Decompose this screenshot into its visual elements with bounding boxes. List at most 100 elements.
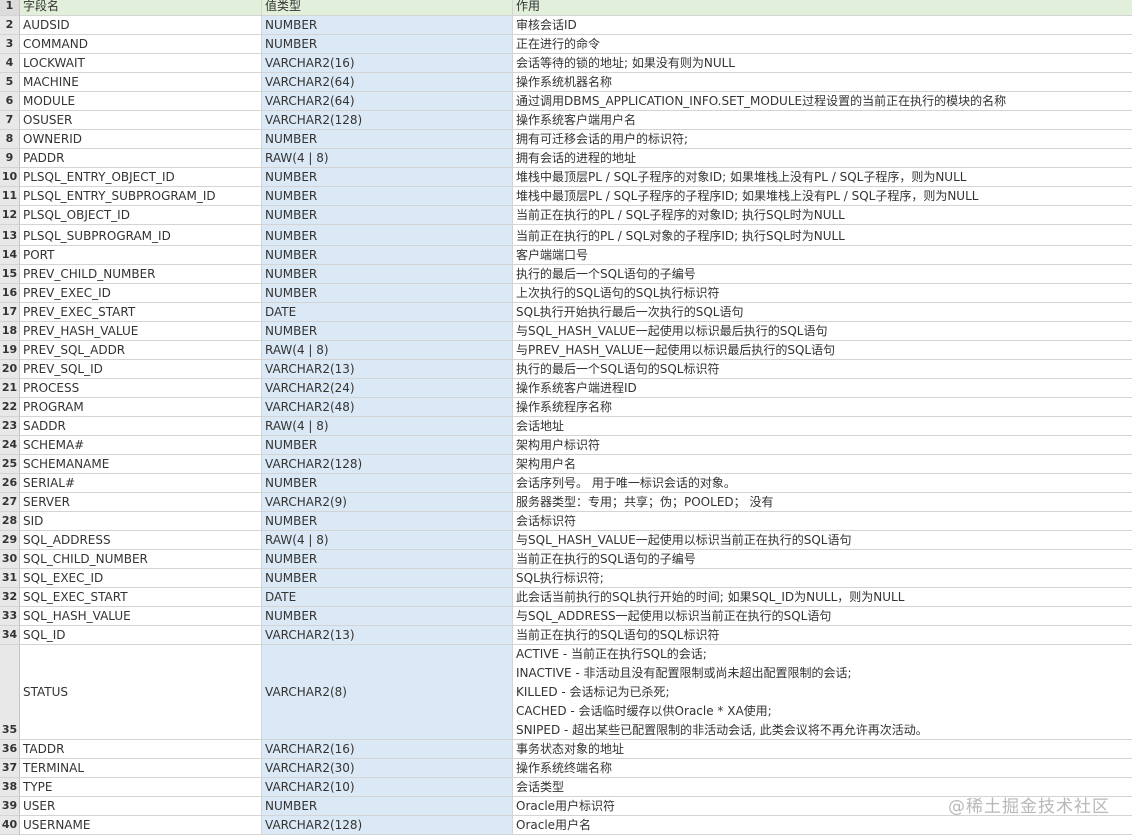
value-type-cell[interactable]: NUMBER — [262, 607, 513, 626]
field-name-cell[interactable]: SQL_EXEC_START — [20, 588, 262, 607]
row-number[interactable]: 32 — [0, 588, 20, 607]
description-cell[interactable]: 上次执行的SQL语句的SQL执行标识符 — [513, 284, 1132, 303]
field-name-cell[interactable]: SCHEMA# — [20, 436, 262, 455]
header-description[interactable]: 作用 — [513, 0, 1132, 16]
field-name-cell[interactable]: PLSQL_ENTRY_SUBPROGRAM_ID — [20, 187, 262, 206]
row-number[interactable]: 24 — [0, 436, 20, 455]
field-name-cell[interactable]: TYPE — [20, 778, 262, 797]
value-type-cell[interactable]: VARCHAR2(64) — [262, 73, 513, 92]
field-name-cell[interactable]: USER — [20, 797, 262, 816]
row-number[interactable]: 25 — [0, 455, 20, 474]
field-name-cell[interactable]: MACHINE — [20, 73, 262, 92]
field-name-cell[interactable]: PREV_EXEC_START — [20, 303, 262, 322]
value-type-cell[interactable]: NUMBER — [262, 265, 513, 284]
row-number[interactable]: 15 — [0, 265, 20, 284]
row-number[interactable]: 30 — [0, 550, 20, 569]
field-name-cell[interactable]: PROCESS — [20, 379, 262, 398]
value-type-cell[interactable]: VARCHAR2(13) — [262, 360, 513, 379]
field-name-cell[interactable]: COMMAND — [20, 35, 262, 54]
value-type-cell[interactable]: NUMBER — [262, 246, 513, 265]
field-name-cell[interactable]: PREV_SQL_ADDR — [20, 341, 262, 360]
row-number[interactable]: 10 — [0, 168, 20, 187]
value-type-cell[interactable]: RAW(4 | 8) — [262, 149, 513, 168]
field-name-cell[interactable]: PROGRAM — [20, 398, 262, 417]
field-name-cell[interactable]: OWNERID — [20, 130, 262, 149]
field-name-cell[interactable]: PLSQL_ENTRY_OBJECT_ID — [20, 168, 262, 187]
row-number[interactable]: 13 — [0, 225, 20, 246]
description-cell[interactable]: 服务器类型：专用；共享；伪；POOLED； 没有 — [513, 493, 1132, 512]
description-cell[interactable]: 与PREV_HASH_VALUE一起使用以标识最后执行的SQL语句 — [513, 341, 1132, 360]
row-number[interactable]: 35 — [0, 645, 20, 740]
value-type-cell[interactable]: NUMBER — [262, 206, 513, 225]
row-number[interactable]: 38 — [0, 778, 20, 797]
description-cell[interactable]: 操作系统终端名称 — [513, 759, 1132, 778]
field-name-cell[interactable]: AUDSID — [20, 16, 262, 35]
description-cell[interactable]: 与SQL_HASH_VALUE一起使用以标识最后执行的SQL语句 — [513, 322, 1132, 341]
row-number[interactable]: 27 — [0, 493, 20, 512]
field-name-cell[interactable]: PREV_EXEC_ID — [20, 284, 262, 303]
field-name-cell[interactable]: SID — [20, 512, 262, 531]
row-number[interactable]: 36 — [0, 740, 20, 759]
description-cell[interactable]: 与SQL_HASH_VALUE一起使用以标识当前正在执行的SQL语句 — [513, 531, 1132, 550]
value-type-cell[interactable]: NUMBER — [262, 436, 513, 455]
value-type-cell[interactable]: NUMBER — [262, 284, 513, 303]
value-type-cell[interactable]: NUMBER — [262, 16, 513, 35]
description-cell[interactable]: 拥有会话的进程的地址 — [513, 149, 1132, 168]
description-cell[interactable]: 会话序列号。 用于唯一标识会话的对象。 — [513, 474, 1132, 493]
description-cell[interactable]: 审核会话ID — [513, 16, 1132, 35]
row-number[interactable]: 12 — [0, 206, 20, 225]
value-type-cell[interactable]: RAW(4 | 8) — [262, 417, 513, 436]
value-type-cell[interactable]: VARCHAR2(10) — [262, 778, 513, 797]
description-cell[interactable]: 拥有可迁移会话的用户的标识符; — [513, 130, 1132, 149]
field-name-cell[interactable]: SERIAL# — [20, 474, 262, 493]
row-number[interactable]: 34 — [0, 626, 20, 645]
value-type-cell[interactable]: VARCHAR2(128) — [262, 455, 513, 474]
description-cell[interactable]: 当前正在执行的PL / SQL对象的子程序ID; 执行SQL时为NULL — [513, 225, 1132, 246]
row-number[interactable]: 33 — [0, 607, 20, 626]
value-type-cell[interactable]: NUMBER — [262, 797, 513, 816]
description-cell[interactable]: 操作系统客户端进程ID — [513, 379, 1132, 398]
value-type-cell[interactable]: VARCHAR2(16) — [262, 54, 513, 73]
description-cell[interactable]: 架构用户标识符 — [513, 436, 1132, 455]
field-name-cell[interactable]: LOCKWAIT — [20, 54, 262, 73]
value-type-cell[interactable]: NUMBER — [262, 550, 513, 569]
description-cell[interactable]: 堆栈中最顶层PL / SQL子程序的子程序ID; 如果堆栈上没有PL / SQL… — [513, 187, 1132, 206]
value-type-cell[interactable]: VARCHAR2(16) — [262, 740, 513, 759]
row-number[interactable]: 1 — [0, 0, 20, 16]
row-number[interactable]: 5 — [0, 73, 20, 92]
row-number[interactable]: 14 — [0, 246, 20, 265]
description-cell[interactable]: 事务状态对象的地址 — [513, 740, 1132, 759]
row-number[interactable]: 31 — [0, 569, 20, 588]
description-cell[interactable]: 操作系统客户端用户名 — [513, 111, 1132, 130]
row-number[interactable]: 6 — [0, 92, 20, 111]
field-name-cell[interactable]: TERMINAL — [20, 759, 262, 778]
field-name-cell[interactable]: STATUS — [20, 645, 262, 740]
value-type-cell[interactable]: NUMBER — [262, 512, 513, 531]
field-name-cell[interactable]: PLSQL_OBJECT_ID — [20, 206, 262, 225]
description-cell[interactable]: 堆栈中最顶层PL / SQL子程序的对象ID; 如果堆栈上没有PL / SQL子… — [513, 168, 1132, 187]
description-cell[interactable]: 执行的最后一个SQL语句的子编号 — [513, 265, 1132, 284]
row-number[interactable]: 28 — [0, 512, 20, 531]
value-type-cell[interactable]: NUMBER — [262, 35, 513, 54]
value-type-cell[interactable]: VARCHAR2(30) — [262, 759, 513, 778]
field-name-cell[interactable]: TADDR — [20, 740, 262, 759]
value-type-cell[interactable]: NUMBER — [262, 225, 513, 246]
row-number[interactable]: 20 — [0, 360, 20, 379]
value-type-cell[interactable]: VARCHAR2(128) — [262, 816, 513, 835]
row-number[interactable]: 9 — [0, 149, 20, 168]
row-number[interactable]: 18 — [0, 322, 20, 341]
description-cell[interactable]: 当前正在执行的SQL语句的SQL标识符 — [513, 626, 1132, 645]
value-type-cell[interactable]: NUMBER — [262, 130, 513, 149]
row-number[interactable]: 37 — [0, 759, 20, 778]
row-number[interactable]: 26 — [0, 474, 20, 493]
field-name-cell[interactable]: SCHEMANAME — [20, 455, 262, 474]
value-type-cell[interactable]: VARCHAR2(8) — [262, 645, 513, 740]
field-name-cell[interactable]: PADDR — [20, 149, 262, 168]
description-cell[interactable]: 会话地址 — [513, 417, 1132, 436]
description-cell[interactable]: ACTIVE - 当前正在执行SQL的会话; INACTIVE - 非活动且没有… — [513, 645, 1132, 740]
row-number[interactable]: 4 — [0, 54, 20, 73]
value-type-cell[interactable]: DATE — [262, 303, 513, 322]
description-cell[interactable]: 执行的最后一个SQL语句的SQL标识符 — [513, 360, 1132, 379]
field-name-cell[interactable]: MODULE — [20, 92, 262, 111]
field-name-cell[interactable]: PREV_HASH_VALUE — [20, 322, 262, 341]
